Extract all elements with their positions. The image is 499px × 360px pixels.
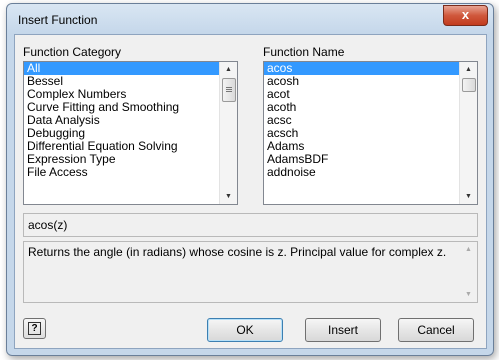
function-name-list-item[interactable]: acoth [264, 101, 477, 114]
category-scrollbar[interactable]: ▲ ▼ [219, 62, 237, 204]
function-category-list[interactable]: All Bessel Complex Numbers Curve Fitting an… [23, 61, 238, 205]
function-description: Returns the angle (in radians) whose cos… [28, 245, 447, 259]
function-description-box: Returns the angle (in radians) whose cos… [23, 241, 478, 303]
window-title: Insert Function [18, 13, 98, 27]
scroll-down-arrow-icon[interactable]: ▼ [460, 189, 477, 204]
scroll-up-arrow-icon[interactable]: ▲ [460, 242, 477, 257]
close-button[interactable]: x [443, 5, 488, 26]
function-name-label: Function Name [263, 45, 345, 59]
dialog-body: Function Category Function Name All Besse… [14, 34, 487, 349]
insert-button[interactable]: Insert [305, 318, 381, 342]
function-syntax: acos(z) [28, 218, 68, 232]
scroll-down-arrow-icon[interactable]: ▼ [460, 287, 477, 302]
scroll-up-arrow-icon[interactable]: ▲ [220, 62, 237, 77]
close-icon: x [461, 7, 470, 22]
help-icon: ? [28, 322, 41, 335]
help-button[interactable]: ? [23, 318, 46, 339]
insert-function-dialog: Insert Function x Function Category Func… [6, 3, 494, 356]
description-scrollbar[interactable]: ▲ ▼ [460, 242, 477, 302]
function-name-list[interactable]: acos acosh acot acoth acsc acsch Adams AdamsBDF… [263, 61, 478, 205]
scroll-thumb[interactable] [462, 78, 476, 92]
function-category-label: Function Category [23, 45, 122, 59]
scroll-down-arrow-icon[interactable]: ▼ [220, 189, 237, 204]
title-bar[interactable]: Insert Function x [7, 4, 493, 34]
category-list-item[interactable]: File Access [24, 166, 237, 179]
scroll-thumb[interactable] [222, 78, 236, 102]
function-name-scrollbar[interactable]: ▲ ▼ [459, 62, 477, 204]
function-name-list-item[interactable]: addnoise [264, 166, 477, 179]
cancel-button[interactable]: Cancel [398, 318, 474, 342]
function-name-list-item[interactable]: acosh [264, 75, 477, 88]
function-syntax-box: acos(z) [23, 213, 478, 237]
ok-button[interactable]: OK [207, 318, 283, 342]
scroll-up-arrow-icon[interactable]: ▲ [460, 62, 477, 77]
